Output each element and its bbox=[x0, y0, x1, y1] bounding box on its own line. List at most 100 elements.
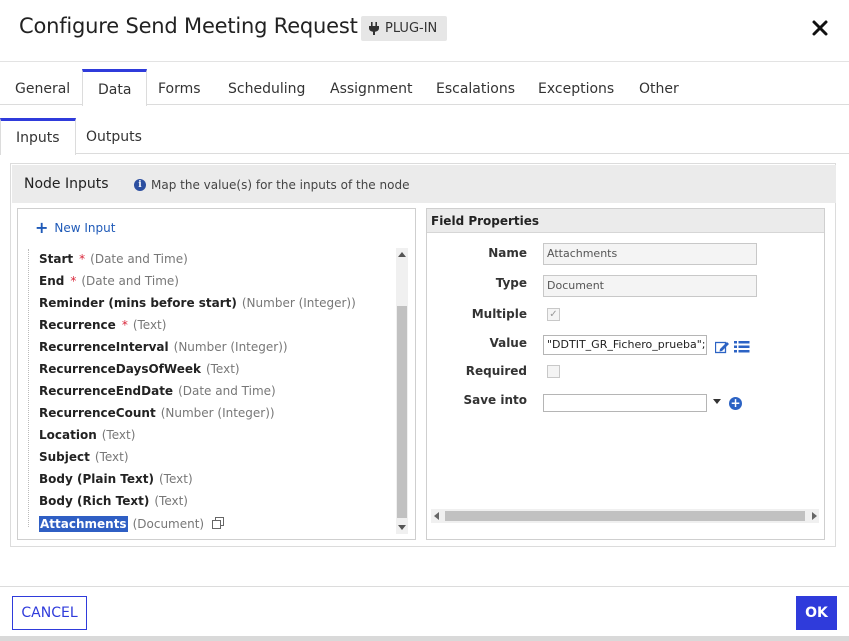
chevron-down-icon[interactable] bbox=[713, 399, 721, 404]
dialog-header: Configure Send Meeting Request PLUG-IN bbox=[0, 0, 849, 62]
input-name: RecurrenceDaysOfWeek bbox=[39, 362, 201, 376]
vertical-scrollbar[interactable] bbox=[396, 248, 408, 534]
node-inputs-title: Node Inputs bbox=[24, 176, 109, 192]
input-type: (Text) bbox=[154, 494, 188, 508]
input-name: Recurrence bbox=[39, 318, 116, 332]
input-name: RecurrenceCount bbox=[39, 406, 156, 420]
input-name: Body (Rich Text) bbox=[39, 494, 150, 508]
list-item[interactable]: Body (Plain Text) (Text) bbox=[39, 472, 193, 486]
dialog-footer: CANCEL OK bbox=[0, 586, 849, 641]
scroll-down-icon[interactable] bbox=[398, 525, 406, 530]
list-item[interactable]: Location (Text) bbox=[39, 428, 135, 442]
required-checkbox bbox=[547, 365, 560, 378]
scroll-up-icon[interactable] bbox=[398, 252, 406, 257]
value-label: Value bbox=[489, 336, 527, 350]
new-input-button[interactable]: + New Input bbox=[35, 218, 116, 237]
copy-icon[interactable] bbox=[212, 516, 225, 532]
required-marker: * bbox=[121, 318, 128, 332]
node-inputs-hint-text: Map the value(s) for the inputs of the n… bbox=[151, 178, 410, 192]
input-type: (Text) bbox=[94, 450, 129, 464]
main-tabs: General Data Forms Scheduling Assignment… bbox=[0, 69, 849, 106]
list-item[interactable]: RecurrenceInterval (Number (Integer)) bbox=[39, 340, 288, 354]
dialog-title: Configure Send Meeting Request bbox=[19, 14, 358, 38]
scroll-right-icon[interactable] bbox=[812, 512, 817, 520]
node-inputs-header: Node Inputs i Map the value(s) for the i… bbox=[12, 165, 836, 203]
plugin-badge: PLUG-IN bbox=[361, 16, 448, 41]
input-type: (Number (Integer)) bbox=[173, 340, 288, 354]
input-type: (Text) bbox=[101, 428, 136, 442]
scroll-left-icon[interactable] bbox=[434, 512, 439, 520]
required-marker: * bbox=[79, 252, 86, 266]
input-type: (Date and Time) bbox=[81, 274, 179, 288]
inputs-list: + New Input Start * (Date and Time) End * (D… bbox=[17, 208, 416, 540]
required-label: Required bbox=[465, 364, 527, 378]
field-properties-panel: Field Properties Name Attachments Type D… bbox=[426, 208, 825, 540]
edit-expression-icon[interactable] bbox=[714, 339, 730, 358]
input-type: (Date and Time) bbox=[90, 252, 188, 266]
input-name: Subject bbox=[39, 450, 90, 464]
list-item[interactable]: Subject (Text) bbox=[39, 450, 129, 464]
list-item[interactable]: RecurrenceDaysOfWeek (Text) bbox=[39, 362, 240, 376]
tree-guide-line bbox=[28, 249, 29, 527]
list-item-selected[interactable]: Attachments (Document) bbox=[39, 516, 225, 532]
input-name: Body (Plain Text) bbox=[39, 472, 154, 486]
tab-data[interactable]: Data bbox=[82, 69, 148, 106]
list-item[interactable]: Recurrence * (Text) bbox=[39, 318, 166, 332]
input-name: Reminder (mins before start) bbox=[39, 296, 237, 310]
input-name: RecurrenceEndDate bbox=[39, 384, 174, 398]
plus-icon: + bbox=[35, 218, 49, 237]
input-type: (Text) bbox=[159, 472, 193, 486]
scroll-thumb[interactable] bbox=[445, 511, 805, 521]
input-type: (Number (Integer)) bbox=[160, 406, 275, 420]
cancel-button[interactable]: CANCEL bbox=[12, 596, 87, 630]
input-name: End bbox=[39, 274, 65, 288]
add-circle-icon[interactable]: + bbox=[729, 397, 742, 410]
input-name: Attachments bbox=[39, 516, 128, 532]
tab-other[interactable]: Other bbox=[624, 69, 694, 105]
field-properties-header: Field Properties bbox=[427, 209, 824, 233]
sub-tabs: Inputs Outputs bbox=[0, 118, 849, 155]
horizontal-scrollbar[interactable] bbox=[431, 509, 819, 523]
list-item[interactable]: RecurrenceEndDate (Date and Time) bbox=[39, 384, 276, 398]
input-type: (Number (Integer)) bbox=[241, 296, 356, 310]
save-into-field[interactable] bbox=[543, 394, 707, 412]
multiple-label: Multiple bbox=[471, 307, 527, 321]
subtab-outputs[interactable]: Outputs bbox=[71, 118, 157, 154]
tab-assignment[interactable]: Assignment bbox=[315, 69, 427, 105]
tab-exceptions[interactable]: Exceptions bbox=[523, 69, 629, 105]
multiple-checkbox: ✓ bbox=[547, 308, 560, 321]
new-input-label: New Input bbox=[54, 221, 116, 235]
list-item[interactable]: Start * (Date and Time) bbox=[39, 252, 188, 266]
save-into-label: Save into bbox=[463, 393, 527, 407]
value-field[interactable]: "DDTIT_GR_Fichero_prueba"; bbox=[543, 335, 707, 355]
list-icon[interactable] bbox=[734, 339, 750, 358]
input-type: (Date and Time) bbox=[178, 384, 276, 398]
list-item[interactable]: Reminder (mins before start) (Number (Int… bbox=[39, 296, 356, 310]
input-name: Location bbox=[39, 428, 97, 442]
info-icon: i bbox=[134, 179, 146, 191]
plug-icon bbox=[369, 22, 379, 35]
node-inputs-hint: i Map the value(s) for the inputs of the… bbox=[134, 178, 409, 192]
input-type: (Text) bbox=[132, 318, 167, 332]
bottom-strip bbox=[0, 636, 849, 641]
list-item[interactable]: End * (Date and Time) bbox=[39, 274, 179, 288]
list-item[interactable]: RecurrenceCount (Number (Integer)) bbox=[39, 406, 275, 420]
scroll-thumb[interactable] bbox=[397, 306, 407, 518]
input-name: Start bbox=[39, 252, 74, 266]
close-icon[interactable] bbox=[810, 18, 830, 38]
tab-general[interactable]: General bbox=[0, 69, 85, 105]
subtab-inputs[interactable]: Inputs bbox=[0, 118, 76, 155]
tab-escalations[interactable]: Escalations bbox=[421, 69, 530, 105]
required-marker: * bbox=[70, 274, 77, 288]
ok-button[interactable]: OK bbox=[796, 596, 837, 630]
name-field: Attachments bbox=[543, 243, 757, 265]
list-item[interactable]: Body (Rich Text) (Text) bbox=[39, 494, 188, 508]
tab-scheduling[interactable]: Scheduling bbox=[213, 69, 320, 105]
plugin-badge-label: PLUG-IN bbox=[385, 21, 438, 36]
name-label: Name bbox=[488, 246, 527, 260]
input-type: (Text) bbox=[205, 362, 240, 376]
type-label: Type bbox=[495, 276, 527, 290]
tab-forms[interactable]: Forms bbox=[143, 69, 216, 105]
input-type: (Document) bbox=[132, 517, 205, 531]
input-name: RecurrenceInterval bbox=[39, 340, 169, 354]
